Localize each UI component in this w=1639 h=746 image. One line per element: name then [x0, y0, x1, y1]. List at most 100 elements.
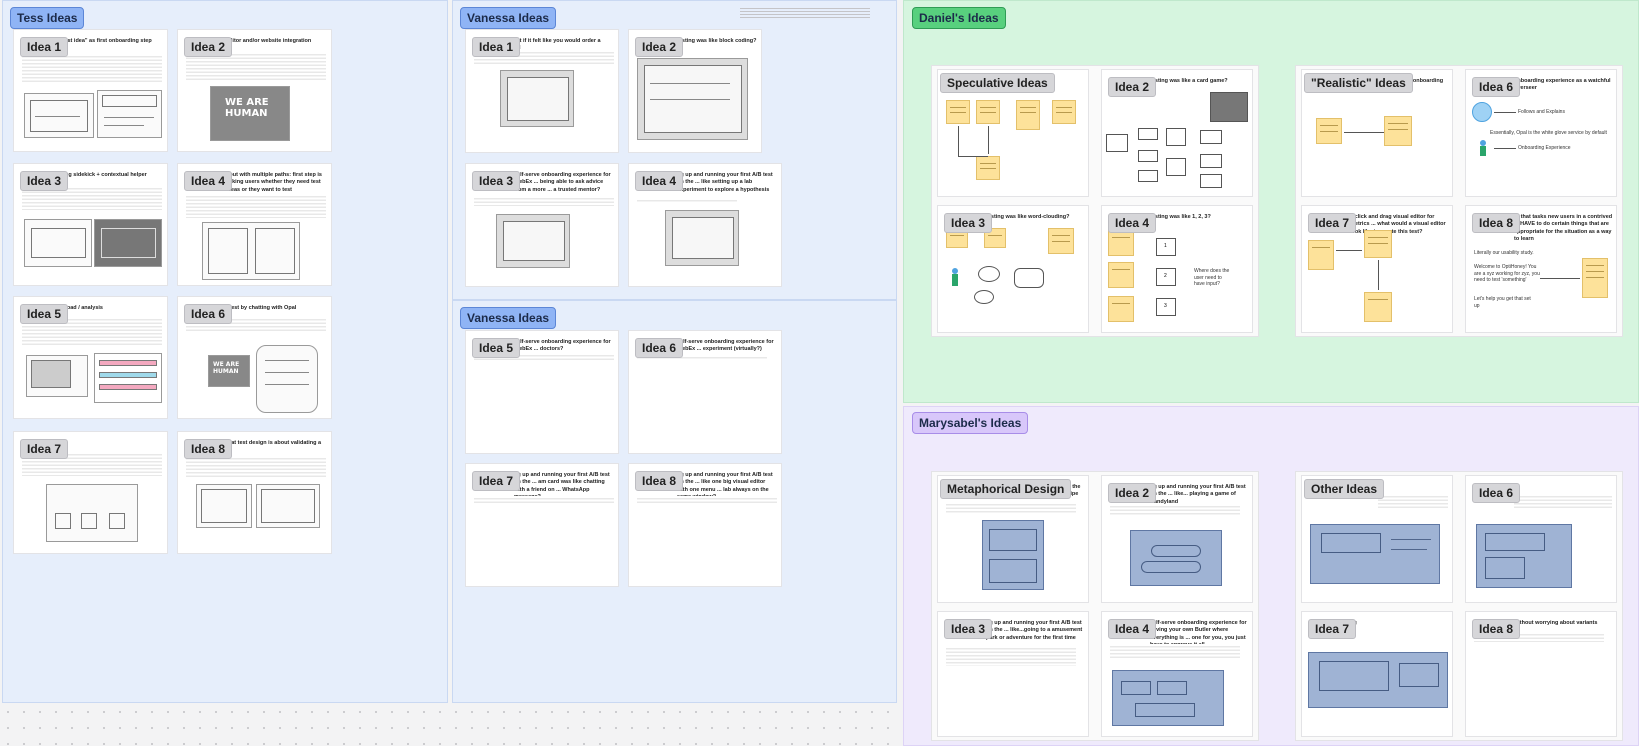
idea-heading: self-serve onboarding experience for Web…: [677, 339, 774, 353]
connector: [1494, 112, 1516, 113]
sketch-photo: [982, 520, 1044, 590]
idea-tag: Idea 4: [1108, 213, 1157, 233]
marysabel-idea-2-card[interactable]: Idea 2 ng up and running your first A/B …: [1102, 476, 1252, 602]
vanessa-idea-4-card[interactable]: Idea 4 ng up and running your first A/B …: [629, 164, 781, 286]
idea-heading: testing was like word-clouding?: [986, 214, 1070, 220]
vanessa-idea-7-card[interactable]: Idea 7 ng up and running your first A/B …: [466, 464, 618, 586]
idea-heading: testing was like a card game?: [1150, 78, 1228, 84]
sketch-image: [256, 484, 320, 528]
idea-tag: Idea 2: [184, 37, 233, 57]
step-number: 1: [1164, 243, 1167, 249]
idea-heading: testing was like 1, 2, 3?: [1150, 214, 1211, 220]
vanessa-idea-8-card[interactable]: Idea 8 ng up and running your first A/B …: [629, 464, 781, 586]
sketch-photo: [1476, 524, 1572, 588]
butler-photo: [1112, 670, 1224, 726]
marysabel-idea-8-card[interactable]: Idea 8 without worrying about variants: [1466, 612, 1616, 736]
metaphorical-design-card[interactable]: Metaphorical Design ed on the ... recipe: [938, 476, 1088, 602]
marysabel-idea-4-card[interactable]: Idea 4 self-serve onboarding experience …: [1102, 612, 1252, 736]
idea-tag: Idea 2: [1108, 77, 1157, 97]
flow-box: [1138, 170, 1158, 182]
speculative-ideas-card[interactable]: Speculative Ideas: [938, 70, 1088, 196]
idea-tag: Idea 3: [944, 619, 993, 639]
vanessa-idea-5-card[interactable]: Idea 5 self-serve onboarding experience …: [466, 331, 618, 453]
idea-heading: nt that tasks new users in a contrived .…: [1514, 214, 1613, 243]
idea-tag: Idea 2: [1108, 483, 1157, 503]
vanessa-idea-1-card[interactable]: Idea 1 What if it felt like you would or…: [466, 30, 618, 152]
idea-tag: Idea 8: [1472, 619, 1521, 639]
idea-tag: Idea 3: [472, 171, 521, 191]
tess-idea-5-card[interactable]: Idea 5 pload / analysis: [14, 297, 167, 418]
marysabel-idea-3-card[interactable]: Idea 3 ng up and running your first A/B …: [938, 612, 1088, 736]
idea-heading: t out with multiple paths: first step is…: [226, 172, 322, 193]
connector: [1540, 278, 1580, 279]
idea-tag: Idea 7: [472, 471, 521, 491]
realistic-ideas-card[interactable]: "Realistic" Ideas building an onboarding: [1302, 70, 1452, 196]
literally-text: Literally our usability study.: [1474, 250, 1534, 256]
sketch-image: [24, 219, 92, 267]
cloud-shape: [974, 290, 994, 304]
vanessa-idea-2-card[interactable]: Idea 2 testing was like block coding?: [629, 30, 761, 152]
opal-text: Essentially, Opal is the white glove ser…: [1490, 130, 1607, 136]
tess-idea-4-card[interactable]: Idea 4 t out with multiple paths: first …: [178, 164, 331, 285]
tess-idea-6-card[interactable]: Idea 6 t test by chatting with Opal WE A…: [178, 297, 331, 418]
sketch-image: [196, 484, 252, 528]
flow-box: [1166, 158, 1186, 176]
daniel-idea-2-card[interactable]: Idea 2 testing was like a card game?: [1102, 70, 1252, 196]
idea-tag: Idea 7: [20, 439, 69, 459]
daniel-section-label[interactable]: Daniel's Ideas: [912, 7, 1006, 29]
candyland-photo: [1130, 530, 1222, 586]
tess-section-label[interactable]: Tess Ideas: [10, 7, 85, 29]
connector: [958, 126, 959, 156]
sticky-note: [1108, 230, 1134, 256]
daniel-idea-8-card[interactable]: Idea 8 nt that tasks new users in a cont…: [1466, 206, 1616, 332]
marysabel-idea-6-card[interactable]: Idea 6: [1466, 476, 1616, 602]
sticky-note: [1108, 296, 1134, 322]
tess-idea-1-card[interactable]: Idea 1 first idea" as first onboarding s…: [14, 30, 167, 151]
idea-body: [186, 194, 326, 218]
vanessa-section-top-label[interactable]: Vanessa Ideas: [460, 7, 557, 29]
sketch-image: [496, 214, 570, 268]
idea-heading: ng up and running your first A/B test on…: [677, 172, 773, 193]
daniel-idea-3-card[interactable]: Idea 3 testing was like word-clouding?: [938, 206, 1088, 332]
idea-heading: self-serve onboarding experience for Web…: [514, 339, 611, 353]
daniel-speculative-group[interactable]: Speculative Ideas Idea 2 testing was lik…: [932, 66, 1258, 336]
idea-tag: Idea 8: [184, 439, 233, 459]
tess-idea-7-card[interactable]: Idea 7 t: [14, 432, 167, 553]
marysabel-other-group[interactable]: Other Ideas Idea 6 Idea 7 ng Idea 8 with…: [1296, 472, 1622, 740]
sketch-image: [665, 210, 739, 266]
sticky-note: [1108, 262, 1134, 288]
idea-heading: self-serve onboarding experience for Web…: [514, 172, 611, 193]
vanessa-section-bottom-label[interactable]: Vanessa Ideas: [460, 307, 557, 329]
tess-idea-8-card[interactable]: Idea 8 that test design is about validat…: [178, 432, 331, 553]
idea-tag: Idea 6: [184, 304, 233, 324]
tess-idea-2-card[interactable]: Idea 2 editor and/or website integration…: [178, 30, 331, 151]
sketch-image: [256, 345, 318, 413]
idea-tag: Idea 8: [635, 471, 684, 491]
marysabel-section-label[interactable]: Marysabel's Ideas: [912, 412, 1029, 434]
idea-heading: first idea" as first onboarding step: [62, 38, 152, 44]
sketch-image: [26, 355, 88, 397]
where-input-text: Where does the user need to have input?: [1194, 268, 1230, 287]
idea-heading: without worrying about variants: [1514, 620, 1598, 626]
step-box: 2: [1156, 268, 1176, 286]
other-ideas-card[interactable]: Other Ideas: [1302, 476, 1452, 602]
idea-tag: Idea 1: [472, 37, 521, 57]
daniel-idea-4-card[interactable]: Idea 4 testing was like 1, 2, 3? 1 2 3 W…: [1102, 206, 1252, 332]
idea-body: [22, 54, 162, 84]
tess-idea-3-card[interactable]: Idea 3 ling sidekick + contextual helper: [14, 164, 167, 285]
daniel-idea-7-card[interactable]: Idea 7 a click and drag visual editor fo…: [1302, 206, 1452, 332]
group-tag: "Realistic" Ideas: [1304, 73, 1413, 93]
marysabel-idea-7-card[interactable]: Idea 7 ng: [1302, 612, 1452, 736]
daniel-realistic-group[interactable]: "Realistic" Ideas building an onboarding…: [1296, 66, 1622, 336]
connector: [1336, 250, 1362, 251]
sketch-image: [202, 222, 300, 280]
marysabel-metaphorical-group[interactable]: Metaphorical Design ed on the ... recipe…: [932, 472, 1258, 740]
welcome-text: Welcome to OptiHoney! You are a xyz work…: [1474, 264, 1540, 283]
daniel-idea-6-card[interactable]: Idea 6 onboarding experience as a watchf…: [1466, 70, 1616, 196]
follows-explains-text: Follows and Explains: [1518, 109, 1565, 115]
vanessa-idea-6-card[interactable]: Idea 6 self-serve onboarding experience …: [629, 331, 781, 453]
overseer-circle: [1472, 102, 1492, 122]
flow-box: [1166, 128, 1186, 146]
vanessa-idea-3-card[interactable]: Idea 3 self-serve onboarding experience …: [466, 164, 618, 286]
flow-box: [1200, 130, 1222, 144]
